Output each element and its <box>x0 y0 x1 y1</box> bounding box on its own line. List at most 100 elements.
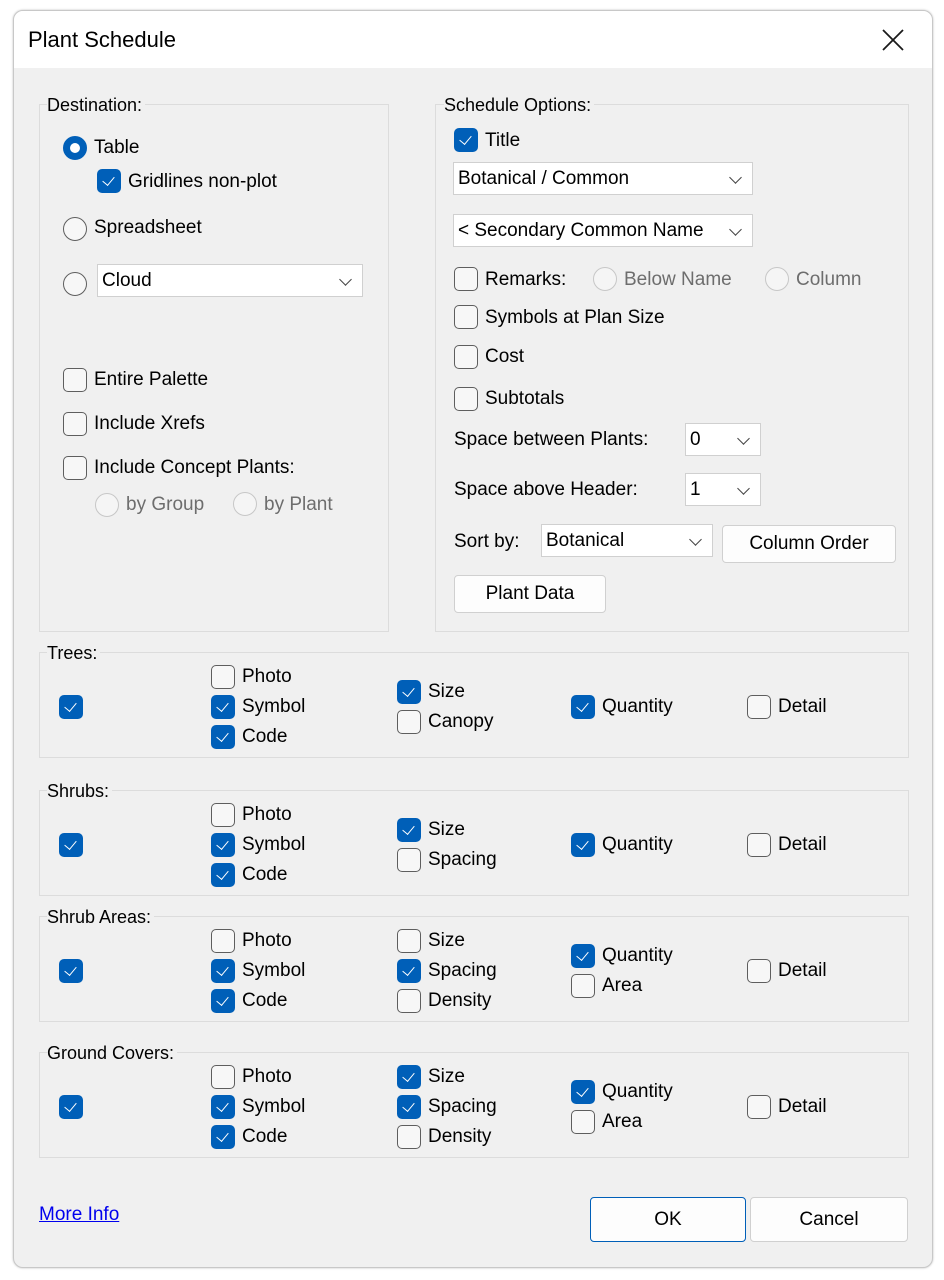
column-order-button[interactable]: Column Order <box>722 525 896 563</box>
cloud-radio[interactable] <box>63 272 87 296</box>
option-checkbox-code[interactable] <box>211 1125 235 1149</box>
option-checkbox-area[interactable] <box>571 1110 595 1134</box>
name-format-dropdown[interactable]: Botanical / Common <box>453 162 753 195</box>
entire-palette-checkbox[interactable] <box>63 368 87 392</box>
option-checkbox-symbol[interactable] <box>211 959 235 983</box>
plant-schedule-dialog: Plant Schedule Destination: Table Gridli… <box>13 10 933 1268</box>
window-title: Plant Schedule <box>28 27 176 52</box>
option-checkbox-spacing[interactable] <box>397 959 421 983</box>
category-enable-checkbox[interactable] <box>59 959 83 983</box>
sort-by-value: Botanical <box>546 530 625 551</box>
option-checkbox-symbol[interactable] <box>211 695 235 719</box>
option-label: Spacing <box>428 960 497 981</box>
plant-data-button[interactable]: Plant Data <box>454 575 606 613</box>
cloud-dropdown-value: Cloud <box>102 270 152 291</box>
option-checkbox-photo[interactable] <box>211 665 235 689</box>
option-checkbox-density[interactable] <box>397 1125 421 1149</box>
option-label: Size <box>428 681 465 702</box>
include-concept-checkbox[interactable] <box>63 456 87 480</box>
title-bar: Plant Schedule <box>14 11 932 68</box>
entire-palette-label: Entire Palette <box>94 369 209 390</box>
option-label: Code <box>242 864 288 885</box>
secondary-name-value: < Secondary Common Name <box>458 220 704 241</box>
option-checkbox-density[interactable] <box>397 989 421 1013</box>
option-checkbox-spacing[interactable] <box>397 848 421 872</box>
space-between-dropdown[interactable]: 0 <box>685 423 761 456</box>
space-between-value: 0 <box>690 429 701 450</box>
option-checkbox-quantity[interactable] <box>571 1080 595 1104</box>
column-label: Column <box>796 269 862 290</box>
column-radio[interactable] <box>765 267 789 291</box>
symbols-plan-size-label: Symbols at Plan Size <box>485 307 665 328</box>
category-enable-checkbox[interactable] <box>59 1095 83 1119</box>
option-checkbox-size[interactable] <box>397 818 421 842</box>
option-label: Code <box>242 990 288 1011</box>
cost-checkbox[interactable] <box>454 345 478 369</box>
below-name-radio[interactable] <box>593 267 617 291</box>
option-checkbox-symbol[interactable] <box>211 1095 235 1119</box>
option-label: Symbol <box>242 960 306 981</box>
option-label: Symbol <box>242 696 306 717</box>
gridlines-label: Gridlines non-plot <box>128 171 277 192</box>
chevron-down-icon <box>737 482 750 495</box>
option-label: Detail <box>778 696 827 717</box>
option-checkbox-detail[interactable] <box>747 1095 771 1119</box>
close-icon <box>882 29 904 51</box>
option-checkbox-quantity[interactable] <box>571 695 595 719</box>
space-between-label: Space between Plants: <box>454 429 649 450</box>
by-group-radio[interactable] <box>95 493 119 517</box>
option-checkbox-detail[interactable] <box>747 695 771 719</box>
option-label: Quantity <box>602 696 673 717</box>
option-checkbox-detail[interactable] <box>747 959 771 983</box>
chevron-down-icon <box>339 273 352 286</box>
cancel-button[interactable]: Cancel <box>750 1197 908 1242</box>
title-checkbox[interactable] <box>454 128 478 152</box>
space-above-dropdown[interactable]: 1 <box>685 473 761 506</box>
by-plant-radio[interactable] <box>233 492 257 516</box>
category-enable-checkbox[interactable] <box>59 833 83 857</box>
option-label: Photo <box>242 930 292 951</box>
option-checkbox-size[interactable] <box>397 680 421 704</box>
secondary-name-dropdown[interactable]: < Secondary Common Name <box>453 214 753 247</box>
option-checkbox-area[interactable] <box>571 974 595 998</box>
more-info-link[interactable]: More Info <box>39 1204 119 1226</box>
spreadsheet-radio[interactable] <box>63 217 87 241</box>
option-checkbox-size[interactable] <box>397 929 421 953</box>
symbols-plan-size-checkbox[interactable] <box>454 305 478 329</box>
option-checkbox-code[interactable] <box>211 725 235 749</box>
include-xrefs-checkbox[interactable] <box>63 412 87 436</box>
close-button[interactable] <box>878 25 908 55</box>
cloud-dropdown[interactable]: Cloud <box>97 264 363 297</box>
option-checkbox-canopy[interactable] <box>397 710 421 734</box>
category-label: Trees: <box>47 643 101 663</box>
option-checkbox-quantity[interactable] <box>571 944 595 968</box>
option-checkbox-photo[interactable] <box>211 929 235 953</box>
remarks-checkbox[interactable] <box>454 267 478 291</box>
sort-by-dropdown[interactable]: Botanical <box>541 524 713 557</box>
option-label: Code <box>242 726 288 747</box>
by-group-label: by Group <box>126 494 205 515</box>
category-label: Shrubs: <box>47 781 113 801</box>
option-label: Photo <box>242 804 292 825</box>
option-checkbox-code[interactable] <box>211 863 235 887</box>
cost-label: Cost <box>485 346 525 367</box>
option-checkbox-detail[interactable] <box>747 833 771 857</box>
ok-button[interactable]: OK <box>590 1197 746 1242</box>
option-checkbox-photo[interactable] <box>211 1065 235 1089</box>
gridlines-checkbox[interactable] <box>97 169 121 193</box>
option-checkbox-symbol[interactable] <box>211 833 235 857</box>
chevron-down-icon <box>729 171 742 184</box>
option-label: Detail <box>778 960 827 981</box>
option-checkbox-quantity[interactable] <box>571 833 595 857</box>
table-radio[interactable] <box>63 136 87 160</box>
option-checkbox-spacing[interactable] <box>397 1095 421 1119</box>
option-checkbox-size[interactable] <box>397 1065 421 1089</box>
chevron-down-icon <box>729 223 742 236</box>
option-label: Area <box>602 975 643 996</box>
option-checkbox-code[interactable] <box>211 989 235 1013</box>
option-checkbox-photo[interactable] <box>211 803 235 827</box>
category-enable-checkbox[interactable] <box>59 695 83 719</box>
option-label: Detail <box>778 1096 827 1117</box>
option-label: Quantity <box>602 945 673 966</box>
include-concept-label: Include Concept Plants: <box>94 457 295 478</box>
